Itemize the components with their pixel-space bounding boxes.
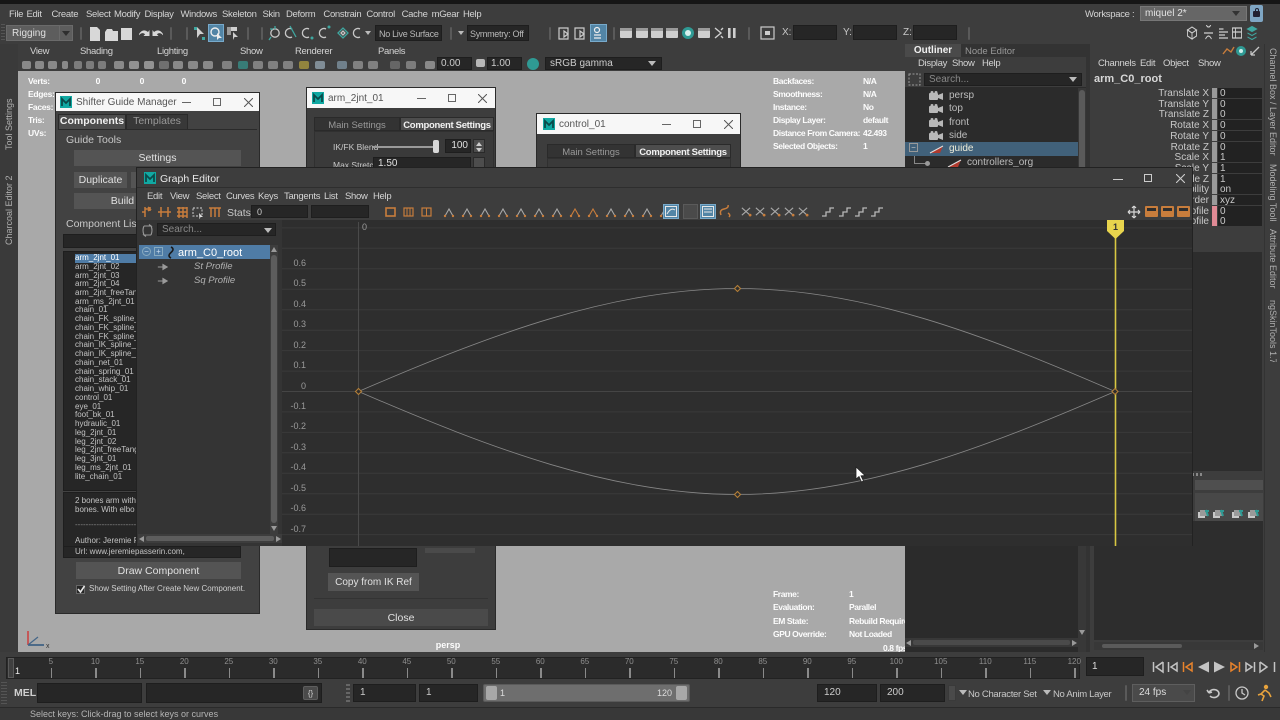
svg-text:x: x <box>46 643 50 650</box>
svg-text:1: 1 <box>1113 222 1118 232</box>
